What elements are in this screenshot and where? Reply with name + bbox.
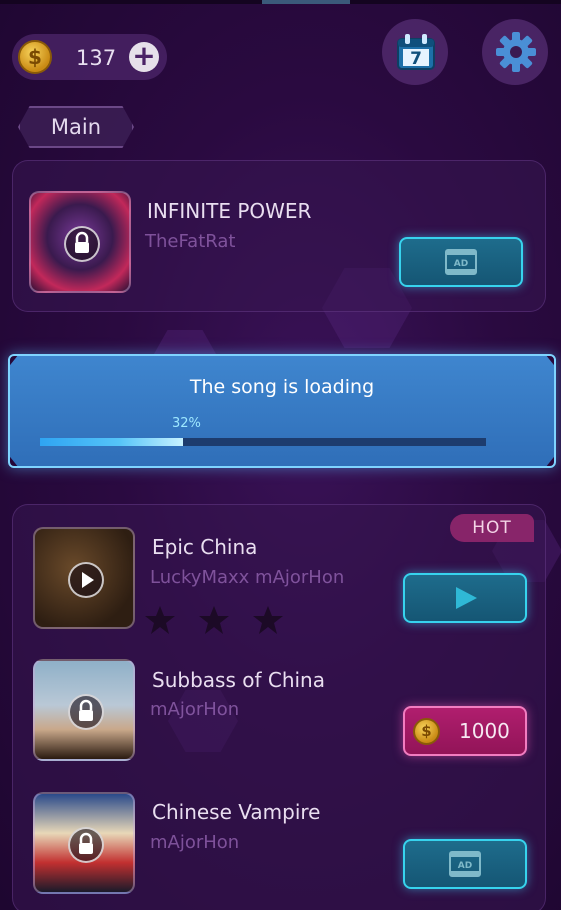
play-icon [456, 587, 477, 609]
coin-icon: $ [18, 40, 52, 74]
star-icon [145, 606, 175, 634]
coin-balance: $ 137 + [12, 34, 167, 80]
song-artist: LuckyMaxx mAjorHon [150, 567, 345, 588]
song-artist: mAjorHon [150, 832, 240, 853]
song-card-infinite-power: INFINITE POWER TheFatRat AD [12, 160, 546, 312]
buy-with-coins-button[interactable]: $ 1000 [403, 706, 527, 756]
calendar-day: 7 [410, 49, 422, 69]
watch-ad-button[interactable]: AD [403, 839, 527, 889]
song-price: 1000 [459, 719, 510, 743]
tab-main[interactable]: Main [18, 106, 134, 148]
ad-video-icon: AD [445, 249, 477, 275]
song-artist: TheFatRat [145, 231, 236, 252]
play-song-button[interactable] [403, 573, 527, 623]
ad-text: AD [458, 861, 472, 871]
star-icon [199, 606, 229, 634]
top-status-indicator [262, 0, 350, 4]
ad-text: AD [454, 259, 468, 269]
song-cover[interactable] [29, 191, 131, 293]
coin-icon: $ [413, 718, 440, 745]
settings-button[interactable] [482, 19, 548, 85]
song-title: Epic China [152, 535, 258, 559]
song-title: Subbass of China [152, 668, 325, 692]
hot-badge: HOT [450, 514, 534, 542]
song-title: INFINITE POWER [147, 199, 312, 223]
gear-icon [496, 32, 536, 72]
star-icon [253, 606, 283, 634]
top-status-strip [0, 0, 561, 4]
song-title: Chinese Vampire [152, 800, 321, 824]
lock-icon [64, 226, 100, 262]
song-cover[interactable] [33, 659, 135, 761]
ad-video-icon: AD [449, 851, 481, 877]
song-cover[interactable] [33, 792, 135, 894]
add-coins-button[interactable]: + [129, 42, 159, 72]
watch-ad-button[interactable]: AD [399, 237, 523, 287]
calendar-button[interactable]: 7 [382, 19, 448, 85]
lock-icon [68, 827, 104, 863]
song-cover[interactable] [33, 527, 135, 629]
song-artist: mAjorHon [150, 699, 240, 720]
loading-dialog-frame [8, 354, 556, 468]
coin-count: 137 [76, 46, 117, 70]
lock-icon [68, 694, 104, 730]
play-icon [68, 562, 104, 598]
